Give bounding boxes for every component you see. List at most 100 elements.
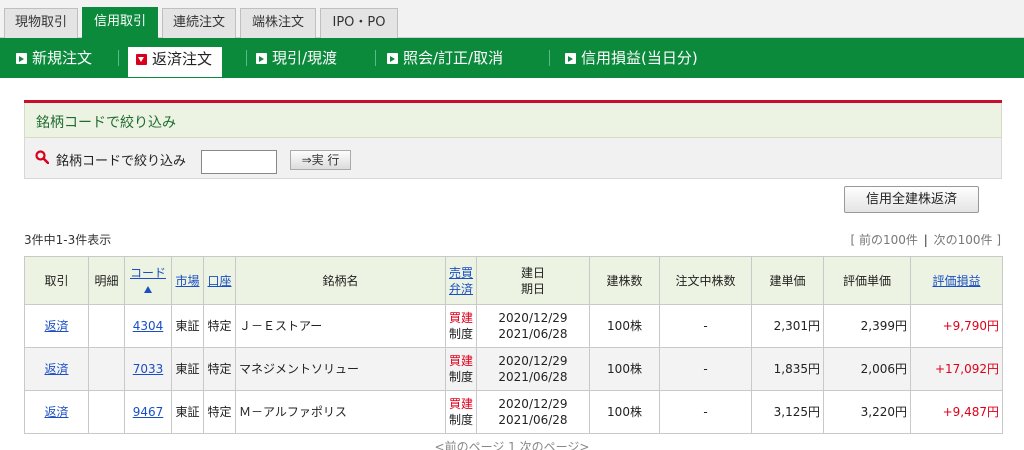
- sort-account-link[interactable]: 口座: [207, 274, 231, 288]
- arrow-down-icon: [136, 54, 147, 65]
- dates-cell: 2020/12/29 2021/06/28: [476, 304, 590, 348]
- arrow-right-icon: [256, 53, 267, 64]
- repay-text: 制度: [449, 327, 474, 341]
- next-100-link[interactable]: 次の100件: [934, 233, 993, 247]
- col-pl[interactable]: 評価損益: [910, 256, 1003, 305]
- arrow-right-icon: [16, 53, 27, 64]
- stock-code-link[interactable]: 7033: [133, 362, 164, 376]
- stock-name-cell: Ｊ－Ｅストアー: [235, 304, 446, 348]
- due-date: 2021/06/28: [498, 327, 568, 341]
- market-cell: 東証: [171, 390, 204, 434]
- next-page-link[interactable]: 次のページ>: [520, 440, 590, 450]
- eval-price-cell: 2,399円: [823, 304, 911, 348]
- prev-100-link[interactable]: 前の100件: [859, 233, 918, 247]
- table-row: 返済 4304 東証 特定 Ｊ－Ｅストアー 買建 制度 2020/12/29 202…: [24, 304, 1003, 348]
- sort-market-link[interactable]: 市場: [175, 274, 199, 288]
- return-all-positions-button[interactable]: 信用全建株返済: [844, 186, 979, 213]
- sort-repay-link[interactable]: 弁済: [449, 282, 473, 296]
- divider: [375, 50, 376, 66]
- divider: [549, 50, 550, 66]
- market-cell: 東証: [171, 347, 204, 391]
- header-due-date: 期日: [520, 281, 545, 296]
- search-icon: [35, 150, 49, 164]
- paging-top: [ 前の100件 | 次の100件 ]: [850, 231, 1001, 248]
- return-link[interactable]: 返済: [44, 319, 68, 333]
- table-header-row: 取引 明細 コード 市場 口座 銘柄名 売買 弁済 建日 期日 建株数 注文中株…: [24, 256, 1003, 305]
- subnav-inquiry[interactable]: 照会/訂正/取消: [383, 46, 503, 70]
- filter-label: 銘柄コードで絞り込み: [56, 154, 187, 169]
- subnav-label: 新規注文: [32, 49, 93, 67]
- sort-pl-link[interactable]: 評価損益: [932, 274, 980, 288]
- return-link[interactable]: 返済: [44, 405, 68, 419]
- result-count: 3件中1-3件表示: [24, 233, 112, 247]
- col-name: 銘柄名: [235, 256, 446, 305]
- top-tab-bar: 現物取引 信用取引 連続注文 端株注文 IPO・PO: [0, 0, 1024, 38]
- col-side[interactable]: 売買 弁済: [445, 256, 477, 305]
- code-filter-input[interactable]: [201, 150, 277, 174]
- market-cell: 東証: [171, 304, 204, 348]
- subnav-label: 信用損益(当日分): [581, 49, 698, 67]
- side-cell: 買建 制度: [445, 390, 477, 434]
- bracket-open: [: [850, 233, 856, 247]
- eval-price-cell: 3,220円: [823, 390, 911, 434]
- pl-cell: +9,790円: [910, 304, 1003, 348]
- col-order-qty: 注文中株数: [659, 256, 752, 305]
- stock-code-link[interactable]: 4304: [133, 319, 164, 333]
- return-link[interactable]: 返済: [44, 362, 68, 376]
- sort-code-link[interactable]: コード: [130, 266, 166, 280]
- divider: [118, 50, 119, 66]
- open-date: 2020/12/29: [498, 397, 568, 411]
- table-row: 返済 7033 東証 特定 マネジメントソリュー 買建制度 2020/12/29…: [24, 347, 1003, 391]
- qty-cell: 100株: [589, 390, 660, 434]
- divider: [246, 50, 247, 66]
- col-code[interactable]: コード: [124, 256, 172, 305]
- eval-price-cell: 2,006円: [823, 347, 911, 391]
- detail-cell: [88, 347, 125, 391]
- pl-cell: +17,092円: [910, 347, 1003, 391]
- paging-bottom: <前のページ 1 次のページ>: [0, 438, 1024, 450]
- paging-separator: |: [923, 233, 928, 247]
- execute-button[interactable]: ⇒実 行: [290, 150, 351, 170]
- stock-name-cell: マネジメントソリュー: [235, 347, 446, 391]
- current-page: 1: [508, 440, 516, 450]
- subnav-label: 返済注文: [152, 50, 213, 68]
- side-cell: 買建 制度: [445, 347, 477, 391]
- tab-margin-trading[interactable]: 信用取引: [82, 7, 158, 38]
- side-text: 買建: [449, 354, 474, 368]
- col-market[interactable]: 市場: [171, 256, 204, 305]
- subnav-margin-pl[interactable]: 信用損益(当日分): [561, 46, 698, 70]
- col-eval-price: 評価単価: [823, 256, 911, 305]
- header-open-date: 建日: [520, 265, 545, 280]
- sort-side-link[interactable]: 売買: [449, 266, 473, 280]
- col-account[interactable]: 口座: [203, 256, 236, 305]
- arrow-right-icon: [565, 53, 576, 64]
- tab-odd-lot-order[interactable]: 端株注文: [240, 8, 316, 38]
- open-date: 2020/12/29: [498, 311, 568, 325]
- subnav-delivery[interactable]: 現引/現渡: [252, 46, 337, 70]
- tab-ipo-po[interactable]: IPO・PO: [320, 8, 398, 38]
- sub-nav-bar: 新規注文 返済注文 現引/現渡 照会/訂正/取消 信用損益(当日分): [0, 38, 1024, 78]
- dates-cell: 2020/12/29 2021/06/28: [476, 390, 590, 434]
- due-date: 2021/06/28: [498, 370, 568, 384]
- subnav-return-order[interactable]: 返済注文: [127, 46, 224, 78]
- tab-spot-trading[interactable]: 現物取引: [4, 8, 78, 38]
- side-cell: 買建 制度: [445, 304, 477, 348]
- subnav-new-order[interactable]: 新規注文: [12, 46, 92, 70]
- stock-code-link[interactable]: 9467: [133, 405, 164, 419]
- dates-cell: 2020/12/29 2021/06/28: [476, 347, 590, 391]
- unit-price-cell: 1,835円: [751, 347, 824, 391]
- tab-continuous-order[interactable]: 連続注文: [162, 8, 236, 38]
- account-cell: 特定: [203, 347, 236, 391]
- stock-name-cell: Ｍ－アルファポリス: [235, 390, 446, 434]
- repay-text: 制度: [449, 370, 474, 384]
- col-unit-price: 建単価: [751, 256, 824, 305]
- col-trade: 取引: [24, 256, 89, 305]
- detail-cell: [88, 390, 125, 434]
- bracket-close: ]: [996, 233, 1001, 247]
- filter-body: 銘柄コードで絞り込み ⇒実 行: [24, 138, 1002, 179]
- order-qty-cell: -: [659, 304, 752, 348]
- account-cell: 特定: [203, 304, 236, 348]
- sort-ascending-icon[interactable]: [144, 285, 152, 293]
- side-text: 買建: [449, 397, 474, 411]
- prev-page-link[interactable]: <前のページ: [435, 440, 505, 450]
